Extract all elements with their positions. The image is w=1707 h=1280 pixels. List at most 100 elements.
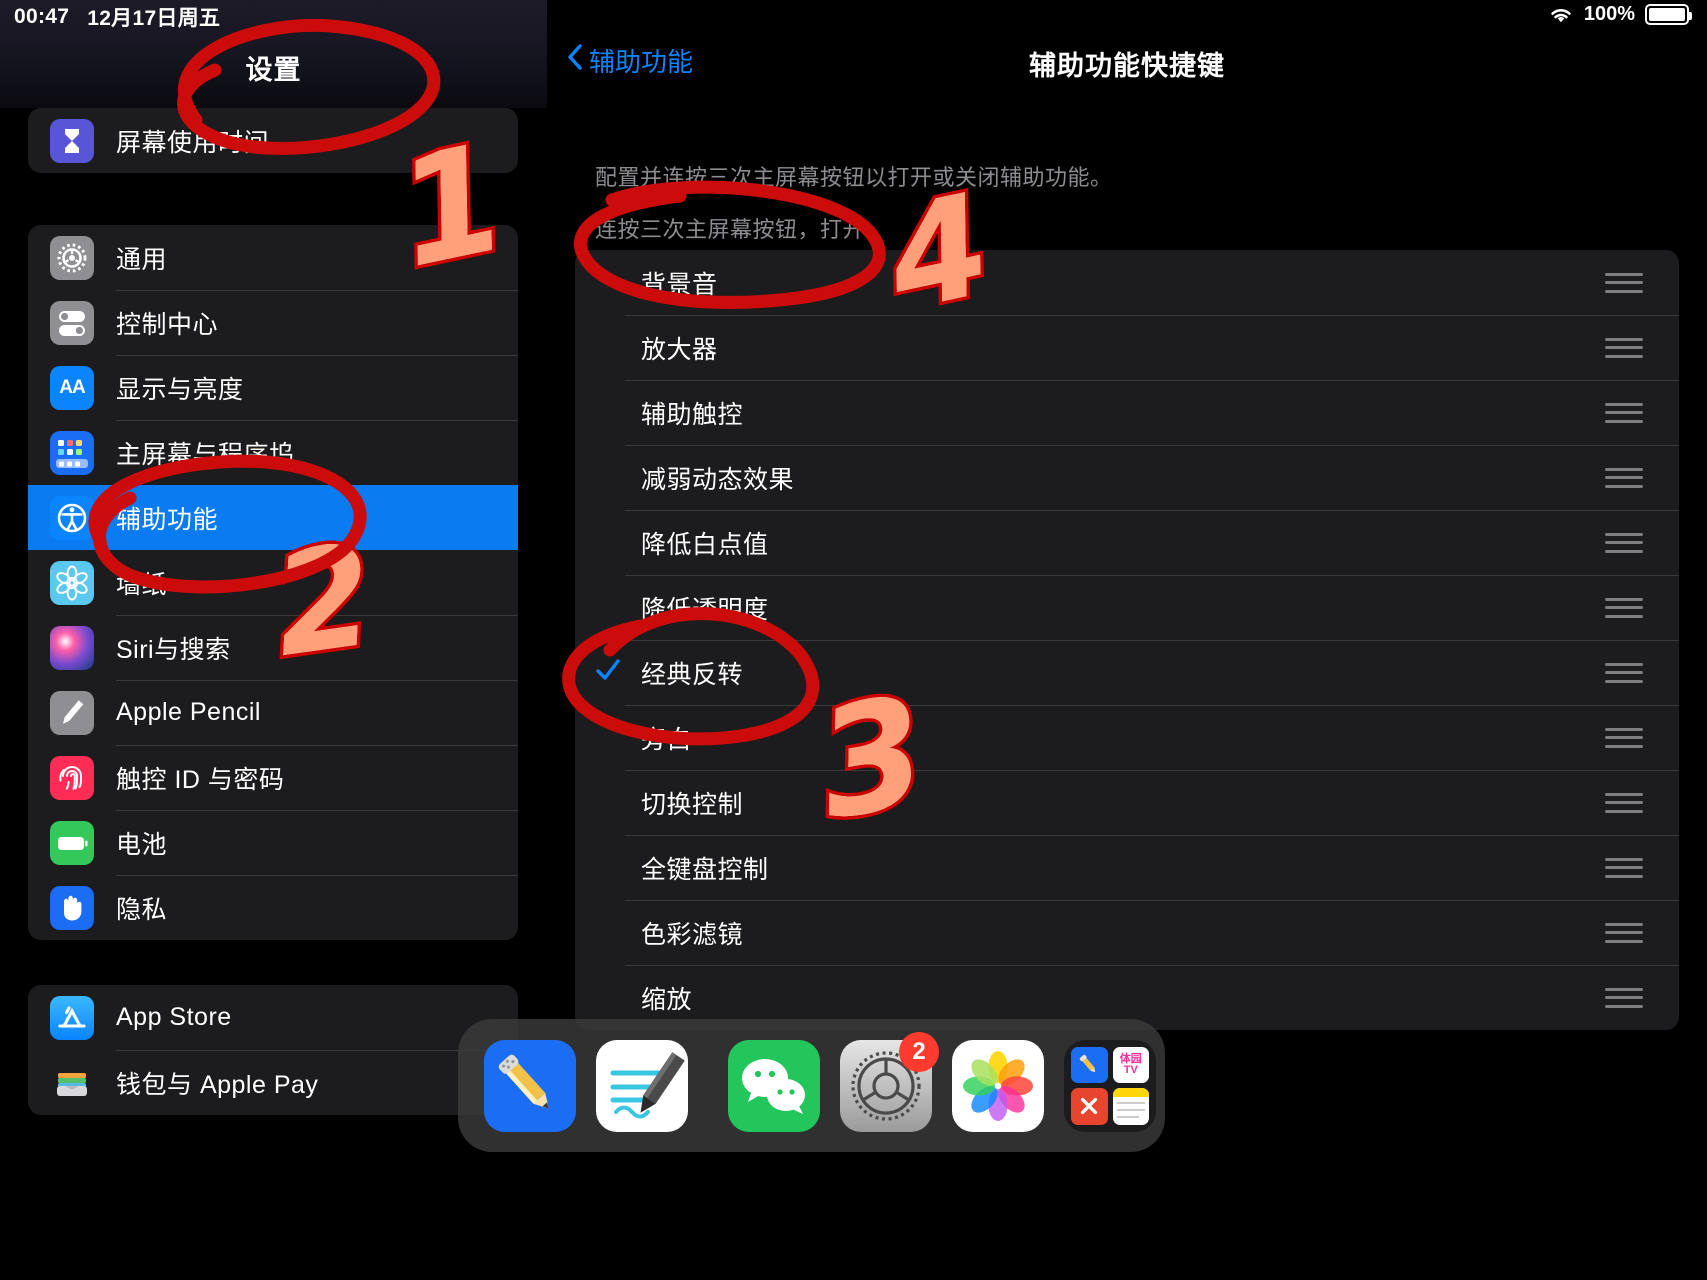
shortcut-options-list: 背景音放大器辅助触控减弱动态效果 降低白点值降低透明度经典反转旁白切换控制全键盘控… bbox=[575, 250, 1679, 1030]
dock-app-wechat[interactable] bbox=[728, 1039, 820, 1132]
shortcut-option-辅助触控[interactable]: 辅助触控 bbox=[575, 380, 1679, 445]
sidebar-item-显示与亮度[interactable]: AA 显示与亮度 bbox=[28, 355, 518, 420]
shortcut-option-切换控制[interactable]: 切换控制 bbox=[575, 770, 1679, 835]
sidebar-item-钱包与 Apple Pay[interactable]: 钱包与 Apple Pay bbox=[28, 1050, 518, 1115]
shortcut-option-label: 辅助触控 bbox=[641, 400, 744, 429]
shortcut-option-经典反转[interactable]: 经典反转 bbox=[575, 640, 1679, 705]
sidebar-item-label: 钱包与 Apple Pay bbox=[116, 1070, 319, 1099]
settings-badge: 2 bbox=[899, 1031, 939, 1072]
sidebar-item-隐私[interactable]: 隐私 bbox=[28, 875, 518, 940]
accessibility-icon bbox=[50, 495, 94, 540]
fingerprint-icon bbox=[50, 755, 94, 800]
shortcut-option-label: 经典反转 bbox=[641, 660, 744, 689]
drag-handle-icon[interactable] bbox=[1605, 467, 1643, 488]
shortcut-option-背景音[interactable]: 背景音 bbox=[575, 250, 1679, 315]
folder-mini-tv: 体园 TV bbox=[1112, 1046, 1149, 1083]
ipad-settings-screen: 设置 屏幕使用时间 通用控制中心 AA 显示与亮度主屏幕与程序坞 辅助功能墙纸 Siri与… bbox=[0, 0, 1707, 1280]
sidebar-item-label: 辅助功能 bbox=[116, 505, 219, 534]
sidebar-item-label: 电池 bbox=[116, 830, 168, 859]
checkmark-icon bbox=[575, 655, 641, 691]
sidebar-item-Apple Pencil[interactable]: Apple Pencil bbox=[28, 680, 518, 745]
drag-handle-icon[interactable] bbox=[1605, 662, 1643, 683]
siri-orb-icon bbox=[50, 625, 94, 670]
hourglass-icon bbox=[50, 118, 94, 163]
shortcut-option-label: 色彩滤镜 bbox=[641, 920, 744, 949]
shortcut-option-label: 放大器 bbox=[641, 335, 718, 364]
sidebar-item-label: 控制中心 bbox=[116, 310, 219, 339]
folder-mini-notability bbox=[1071, 1046, 1108, 1083]
shortcut-option-label: 旁白 bbox=[641, 725, 693, 754]
flower-icon bbox=[50, 560, 94, 605]
status-date: 12月17日周五 bbox=[87, 7, 221, 30]
sidebar-item-label: 显示与亮度 bbox=[116, 375, 244, 404]
sidebar-item-电池[interactable]: 电池 bbox=[28, 810, 518, 875]
shortcut-option-label: 切换控制 bbox=[641, 790, 744, 819]
sidebar-item-Siri与搜索[interactable]: Siri与搜索 bbox=[28, 615, 518, 680]
shortcut-option-色彩滤镜[interactable]: 色彩滤镜 bbox=[575, 900, 1679, 965]
shortcut-option-label: 全键盘控制 bbox=[641, 855, 769, 884]
sidebar-item-label: 主屏幕与程序坞 bbox=[116, 440, 295, 469]
status-bar-left: 00:47 12月17日周五 bbox=[14, 2, 220, 32]
shortcut-option-放大器[interactable]: 放大器 bbox=[575, 315, 1679, 380]
shortcut-option-label: 减弱动态效果 bbox=[641, 465, 795, 494]
sidebar-item-label: 隐私 bbox=[116, 895, 168, 924]
description-line-1: 配置并连按三次主屏幕按钮以打开或关闭辅助功能。 bbox=[595, 165, 1113, 190]
drag-handle-icon[interactable] bbox=[1605, 597, 1643, 618]
folder-mini-notes bbox=[1112, 1088, 1149, 1125]
shortcut-option-降低白点值[interactable]: 降低白点值 bbox=[575, 510, 1679, 575]
dock-app-settings[interactable]: 2 bbox=[840, 1031, 939, 1132]
drag-handle-icon[interactable] bbox=[1605, 922, 1643, 943]
sidebar-item-控制中心[interactable]: 控制中心 bbox=[28, 290, 518, 355]
shortcut-option-label: 降低白点值 bbox=[641, 530, 769, 559]
drag-handle-icon[interactable] bbox=[1605, 337, 1643, 358]
sidebar-item-label: 屏幕使用时间 bbox=[116, 128, 270, 157]
wifi-icon bbox=[1548, 5, 1574, 25]
drag-handle-icon[interactable] bbox=[1605, 987, 1643, 1008]
drag-handle-icon[interactable] bbox=[1605, 532, 1643, 553]
sidebar-item-label: 触控 ID 与密码 bbox=[116, 765, 285, 794]
battery-full-icon bbox=[1645, 4, 1692, 25]
shortcut-option-全键盘控制[interactable]: 全键盘控制 bbox=[575, 835, 1679, 900]
sidebar-group-2: App Store 钱包与 Apple Pay bbox=[28, 985, 518, 1115]
sidebar-item-label: Apple Pencil bbox=[116, 698, 261, 726]
shortcut-option-降低透明度[interactable]: 降低透明度 bbox=[575, 575, 1679, 640]
sidebar-item-label: 墙纸 bbox=[116, 570, 168, 599]
toggles-icon bbox=[50, 300, 94, 345]
sidebar-item-App Store[interactable]: App Store bbox=[28, 985, 518, 1050]
status-bar: 00:47 12月17日周五 100% bbox=[0, 0, 1707, 34]
shortcut-option-旁白[interactable]: 旁白 bbox=[575, 705, 1679, 770]
dock-folder[interactable]: 体园 TV bbox=[1064, 1039, 1156, 1132]
shortcut-option-label: 背景音 bbox=[641, 270, 718, 299]
drag-handle-icon[interactable] bbox=[1605, 727, 1643, 748]
detail-title: 辅助功能快捷键 bbox=[1029, 51, 1225, 81]
status-time: 00:47 bbox=[14, 5, 70, 28]
home-grid-icon bbox=[50, 430, 94, 475]
drag-handle-icon[interactable] bbox=[1605, 857, 1643, 878]
dock: 2 体园 TV bbox=[458, 1019, 1165, 1152]
description-line-2: 连按三次主屏幕按钮，打开: bbox=[595, 217, 872, 242]
dock-app-photos[interactable] bbox=[952, 1039, 1044, 1132]
hand-icon bbox=[50, 885, 94, 930]
wallet-icon bbox=[50, 1060, 94, 1105]
shortcut-option-label: 缩放 bbox=[641, 985, 693, 1014]
drag-handle-icon[interactable] bbox=[1605, 272, 1643, 293]
dock-app-notes-writer[interactable] bbox=[596, 1039, 688, 1132]
dock-app-notability[interactable] bbox=[484, 1039, 576, 1132]
sidebar-item-label: App Store bbox=[116, 1003, 232, 1031]
sidebar-item-主屏幕与程序坞[interactable]: 主屏幕与程序坞 bbox=[28, 420, 518, 485]
sidebar-item-触控 ID 与密码[interactable]: 触控 ID 与密码 bbox=[28, 745, 518, 810]
app-store-icon bbox=[50, 995, 94, 1040]
sidebar-item-label: Siri与搜索 bbox=[116, 635, 231, 664]
gear-icon bbox=[50, 235, 94, 280]
aa-text-icon: AA bbox=[50, 365, 94, 410]
folder-mini-xmind bbox=[1071, 1088, 1108, 1125]
page-title: 设置 bbox=[245, 55, 302, 85]
drag-handle-icon[interactable] bbox=[1605, 792, 1643, 813]
drag-handle-icon[interactable] bbox=[1605, 402, 1643, 423]
battery-percent-label: 100% bbox=[1583, 3, 1635, 25]
sidebar-item-label: 通用 bbox=[116, 245, 168, 274]
pencil-icon bbox=[50, 690, 94, 735]
shortcut-option-减弱动态效果[interactable]: 减弱动态效果 bbox=[575, 445, 1679, 510]
status-bar-right: 100% bbox=[1548, 3, 1692, 26]
shortcut-option-label: 降低透明度 bbox=[641, 595, 769, 624]
